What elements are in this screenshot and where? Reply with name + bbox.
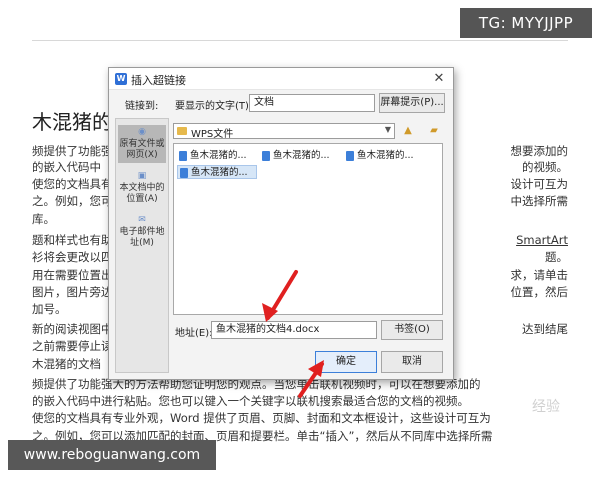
nav-place-in-document[interactable]: ▣ 本文档中的位置(A) (118, 171, 166, 205)
document-icon: ▣ (137, 171, 147, 181)
mail-icon: ✉ (138, 215, 146, 225)
file-item[interactable]: 鱼木混猪的... (177, 149, 257, 163)
nav-label: 本文档中的位置(A) (119, 183, 165, 204)
ok-button[interactable]: 确定 (315, 351, 377, 373)
nav-label: 电子邮件地址(M) (119, 227, 165, 248)
address-input[interactable]: 鱼木混猪的文档4.docx (211, 321, 377, 339)
screen-tip-button[interactable]: 屏幕提示(P)... (379, 93, 445, 113)
header-rule (32, 40, 568, 41)
file-name: 鱼木混猪的... (357, 150, 414, 161)
folder-name: WPS文件 (191, 129, 234, 140)
globe-icon: ◉ (138, 127, 146, 137)
browse-folder-icon[interactable]: ▰ (427, 124, 441, 138)
document-icon (179, 151, 187, 161)
file-item[interactable]: 鱼木混猪的... (344, 149, 424, 163)
link-type-pane: ◉ 原有文件或网页(X) ▣ 本文档中的位置(A) ✉ 电子邮件地址(M) (115, 118, 169, 373)
address-label: 地址(E): (175, 328, 213, 339)
file-name: 鱼木混猪的... (273, 150, 330, 161)
document-line: 使您的文档具有专业外观，Word 提供了页眉、页脚、封面和文本框设计，这些设计可… (32, 411, 491, 425)
document-icon (180, 168, 188, 178)
nav-existing-file-or-webpage[interactable]: ◉ 原有文件或网页(X) (118, 125, 166, 163)
folder-dropdown[interactable]: WPS文件 ▼ (173, 123, 395, 140)
nav-label: 原有文件或网页(X) (119, 139, 165, 160)
chevron-down-icon: ▼ (384, 125, 391, 134)
link-to-label: 链接到: (125, 101, 159, 112)
file-item-selected[interactable]: 鱼木混猪的... (177, 165, 257, 179)
bookmark-button[interactable]: 书签(O) (381, 320, 443, 340)
dialog-titlebar: W 插入超链接 ✕ (109, 68, 453, 90)
wps-app-icon: W (115, 73, 127, 85)
document-line: 的嵌入代码中进行粘贴。您也可以键入一个关键字以联机搜索最适合您的文档的视频。 (32, 394, 469, 408)
cancel-button[interactable]: 取消 (381, 351, 443, 373)
display-text-input[interactable]: 文档 (249, 94, 375, 112)
folder-icon (177, 127, 187, 135)
file-name: 鱼木混猪的... (190, 150, 247, 161)
nav-email-address[interactable]: ✉ 电子邮件地址(M) (118, 215, 166, 249)
file-list: 鱼木混猪的... 鱼木混猪的... 鱼木混猪的... 鱼木混猪的... (173, 143, 443, 315)
tg-badge: TG: MYYJJPP (460, 8, 592, 38)
dialog-title: 插入超链接 (131, 74, 186, 87)
site-badge: www.reboguanwang.com (8, 440, 216, 470)
display-text-label: 要显示的文字(T): (175, 101, 253, 112)
document-icon (346, 151, 354, 161)
up-folder-icon[interactable]: ▲ (401, 124, 415, 138)
file-item[interactable]: 鱼木混猪的... (260, 149, 340, 163)
document-icon (262, 151, 270, 161)
file-name: 鱼木混猪的... (191, 167, 248, 178)
watermark: 经验 (532, 399, 560, 415)
close-button[interactable]: ✕ (431, 71, 447, 87)
insert-hyperlink-dialog: W 插入超链接 ✕ 链接到: 要显示的文字(T): 文档 屏幕提示(P)... … (108, 67, 454, 380)
document-heading: 木混猪的 (32, 110, 112, 134)
